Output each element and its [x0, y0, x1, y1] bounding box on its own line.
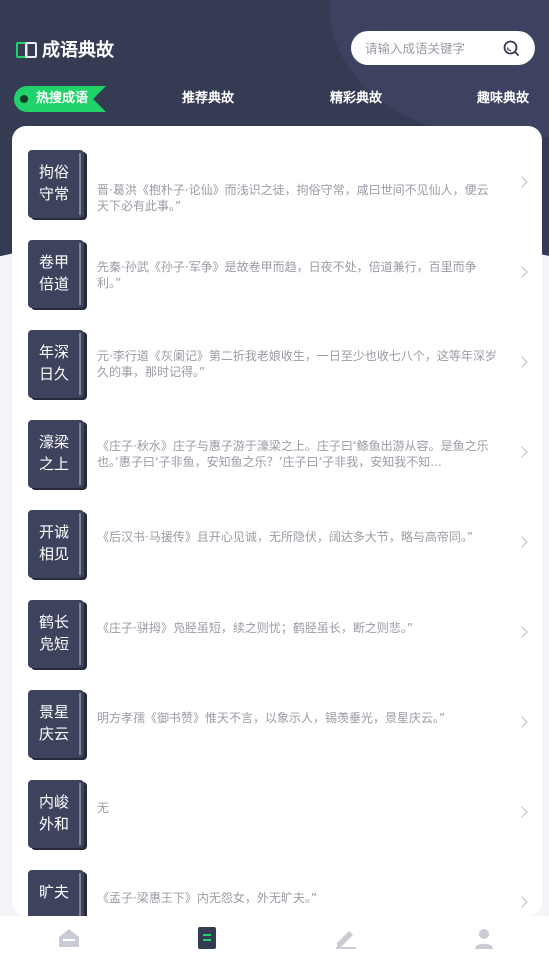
home-icon[interactable] [57, 926, 81, 950]
top-bar: 成语典故 [0, 28, 549, 68]
idiom-seal: 卷甲倍道 [28, 240, 84, 308]
idiom-seal: 拘俗守常 [28, 150, 84, 218]
app-title: 成语典故 [42, 40, 114, 61]
tab-fun[interactable]: 趣味典故 [477, 86, 529, 112]
list-item[interactable]: 年深日久 元·李行道《灰阑记》第二折我老娘收生，一日至少也收七八个，这等年深岁久… [12, 319, 542, 409]
list-item[interactable]: 拘俗守常 晋·葛洪《抱朴子·论仙》而浅识之徒，拘俗守常，咸曰世间不见仙人，便云天… [12, 139, 542, 229]
list-item[interactable]: 卷甲倍道 先秦·孙武《孙子·军争》是故卷甲而趋，日夜不处，倍道兼行，百里而争利。… [12, 229, 542, 319]
idiom-seal: 开诚相见 [28, 510, 84, 578]
user-icon[interactable] [472, 926, 496, 950]
idiom-name: 开诚相见 [38, 523, 69, 563]
idiom-name: 鹤长凫短 [38, 613, 69, 653]
chevron-right-icon [516, 266, 528, 278]
idiom-source: 《后汉书·马援传》且开心见诚，无所隐伏，阔达多大节，略与高帝同。” [97, 530, 474, 544]
bottom-navigation [0, 916, 549, 962]
chevron-right-icon [516, 536, 528, 548]
tab-label: 热搜成语 [36, 91, 89, 106]
idiom-name: 濠梁之上 [38, 433, 69, 473]
tab-recommended[interactable]: 推荐典故 [182, 86, 234, 112]
category-tabs: 热搜成语 推荐典故 精彩典故 趣味典故 [0, 86, 549, 112]
idiom-name: 景星庆云 [38, 703, 69, 743]
idiom-source: 元·李行道《灰阑记》第二折我老娘收生，一日至少也收七八个，这等年深岁久的事，那时… [97, 349, 497, 379]
idiom-list: 拘俗守常 晋·葛洪《抱朴子·论仙》而浅识之徒，拘俗守常，咸曰世间不见仙人，便云天… [12, 126, 542, 916]
search-input[interactable] [365, 40, 495, 56]
active-dot-icon [20, 95, 28, 103]
tab-hot-idioms[interactable]: 热搜成语 [14, 86, 106, 112]
idiom-name: 旷夫 [38, 883, 69, 901]
idiom-seal: 景星庆云 [28, 690, 84, 758]
idiom-source: 《庄子·骈拇》凫胫虽短，续之则忧；鹤胫虽长，断之则悲。” [97, 621, 414, 635]
idiom-name: 卷甲倍道 [38, 253, 69, 293]
idiom-seal: 内峻外和 [28, 780, 84, 848]
list-item[interactable]: 鹤长凫短 《庄子·骈拇》凫胫虽短，续之则忧；鹤胫虽长，断之则悲。” [12, 589, 542, 679]
list-item[interactable]: 开诚相见 《后汉书·马援传》且开心见诚，无所隐伏，阔达多大节，略与高帝同。” [12, 499, 542, 589]
idiom-seal: 旷夫 [28, 870, 84, 916]
tab-label: 精彩典故 [330, 91, 383, 106]
idiom-name: 内峻外和 [38, 793, 69, 833]
idiom-source: 无 [97, 801, 110, 815]
idiom-source: 《孟子·梁惠王下》内无怨女，外无旷夫。” [97, 891, 318, 905]
book-logo-icon [16, 42, 37, 58]
list-item[interactable]: 濠梁之上 《庄子·秋水》庄子与惠子游于濠梁之上。庄子曰‘鲦鱼出游从容。是鱼之乐也… [12, 409, 542, 499]
idiom-source: 明方孝孺《御书赞》惟天不言，以象示人，锡羡垂光，景星庆云。” [97, 711, 446, 725]
idiom-source: 《庄子·秋水》庄子与惠子游于濠梁之上。庄子曰‘鲦鱼出游从容。是鱼之乐也。’惠子曰… [97, 439, 489, 469]
search-icon[interactable] [503, 40, 519, 56]
idiom-source: 晋·葛洪《抱朴子·论仙》而浅识之徒，拘俗守常，咸曰世间不见仙人，便云天下必有此事… [97, 183, 489, 213]
book-icon[interactable] [195, 926, 219, 950]
chevron-right-icon [516, 626, 528, 638]
idiom-seal: 濠梁之上 [28, 420, 84, 488]
chevron-right-icon [516, 356, 528, 368]
list-item[interactable]: 旷夫 《孟子·梁惠王下》内无怨女，外无旷夫。” [12, 859, 542, 916]
idiom-seal: 鹤长凫短 [28, 600, 84, 668]
tab-label: 趣味典故 [477, 91, 530, 106]
idiom-source: 先秦·孙武《孙子·军争》是故卷甲而趋，日夜不处，倍道兼行，百里而争利。” [97, 260, 477, 290]
chevron-right-icon [516, 896, 528, 908]
tab-featured[interactable]: 精彩典故 [330, 86, 382, 112]
idiom-name: 拘俗守常 [38, 163, 69, 203]
idiom-seal: 年深日久 [28, 330, 84, 398]
chevron-right-icon [516, 176, 528, 188]
header-decoration [330, 0, 549, 140]
chevron-right-icon [516, 806, 528, 818]
search-box[interactable] [351, 31, 535, 65]
edit-icon[interactable] [334, 926, 358, 950]
tab-label: 推荐典故 [182, 91, 235, 106]
chevron-right-icon [516, 446, 528, 458]
list-item[interactable]: 景星庆云 明方孝孺《御书赞》惟天不言，以象示人，锡羡垂光，景星庆云。” [12, 679, 542, 769]
list-item[interactable]: 内峻外和 无 [12, 769, 542, 859]
app-brand: 成语典故 [16, 36, 114, 62]
idiom-name: 年深日久 [38, 343, 69, 383]
chevron-right-icon [516, 716, 528, 728]
